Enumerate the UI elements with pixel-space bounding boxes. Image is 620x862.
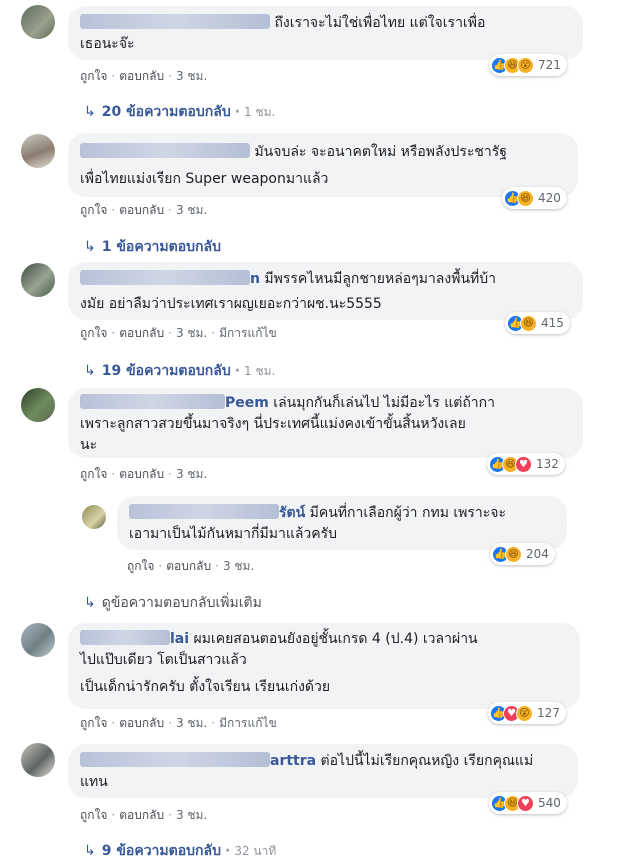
comment-author[interactable]: รัตน์ [129,504,305,521]
like-link[interactable]: ถูกใจ [80,326,107,340]
comment-text: มีพรรคไหนมีลูกชายหล่อๆมาลงพื้นที่บ้า [264,271,496,287]
comment-bubble: n มีพรรคไหนมีลูกชายหล่อๆมาลงพื้นที่บ้า ง… [68,262,583,320]
view-replies-link[interactable]: ↳ 20 ข้อความตอบกลับ · 1 ชม. [84,101,275,123]
like-link[interactable]: ถูกใจ [80,203,107,217]
reply-link[interactable]: ตอบกลับ [119,69,164,83]
reply-link[interactable]: ตอบกลับ [119,203,164,217]
reaction-count: 721 [538,58,561,72]
comment-actions: ถูกใจ · ตอบกลับ · 3 ชม. [80,467,208,481]
reply-link[interactable]: ตอบกลับ [119,326,164,340]
view-replies-link[interactable]: ↳ 1 ข้อความตอบกลับ [84,236,221,258]
like-link[interactable]: ถูกใจ [80,69,107,83]
avatar[interactable] [21,5,55,39]
comment-text: ต่อไปนี้ไม่เรียกคุณหญิง เรียกคุณแม่ [320,753,534,769]
view-more-replies-link[interactable]: ↳ ดูข้อความตอบกลับเพิ่มเติม [84,592,262,614]
comment-time[interactable]: 3 ชม. [176,716,207,730]
avatar[interactable] [21,388,55,422]
like-link[interactable]: ถูกใจ [80,716,107,730]
reply-link[interactable]: ตอบกลับ [119,808,164,822]
like-link[interactable]: ถูกใจ [80,467,107,481]
edited-label[interactable]: มีการแก้ไข [219,716,277,730]
comment-bubble: มันจบล่ะ จะอนาคตใหม่ หรือพลังประชารัฐ เพ… [68,133,578,197]
reaction-count: 204 [526,547,549,561]
comment-text: มันจบล่ะ จะอนาคตใหม่ หรือพลังประชารัฐ [254,144,507,160]
comment-actions: ถูกใจ · ตอบกลับ · 3 ชม. · มีการแก้ไข [80,326,277,340]
comment-bubble: รัตน์ มีคนที่กาเลือกผู้ว่า กทม เพราะจะ เ… [117,496,567,550]
comment-actions: ถูกใจ · ตอบกลับ · 3 ชม. [80,808,208,822]
comment-author[interactable]: arttra [80,752,316,769]
comment-time[interactable]: 3 ชม. [223,559,254,573]
reaction-count: 132 [536,457,559,471]
comment-author[interactable] [80,143,250,160]
reply-arrow-icon: ↳ [84,239,96,255]
reaction-count: 540 [538,796,561,810]
reaction-count: 420 [538,191,561,205]
comment-text: ถึงเราจะไม่ใช่เพื่อไทย แต่ใจเราเพื่อ [274,15,486,31]
reaction-count: 127 [537,706,560,720]
haha-icon: 😆 [505,545,522,563]
reply-arrow-icon: ↳ [84,363,96,379]
comment-time[interactable]: 3 ชม. [176,69,207,83]
comment-bubble: arttra ต่อไปนี้ไม่เรียกคุณหญิง เรียกคุณแ… [68,744,578,798]
comment-author[interactable]: lai [80,630,189,647]
love-icon: ♥ [515,455,532,473]
comment-actions: ถูกใจ · ตอบกลับ · 3 ชม. [80,203,208,217]
reply-link[interactable]: ตอบกลับ [119,716,164,730]
avatar[interactable] [21,623,55,657]
like-link[interactable]: ถูกใจ [127,559,154,573]
comment-author[interactable]: Peem [80,394,269,411]
love-icon: ♥ [517,794,534,812]
reaction-summary[interactable]: 👍 😆 415 [505,312,570,334]
avatar[interactable] [21,743,55,777]
comment-bubble: Peem เล่นมุกกันก็เล่นไป ไม่มีอะไร แต่ถ้า… [68,388,583,458]
comment-time[interactable]: 3 ชม. [176,326,207,340]
reply-arrow-icon: ↳ [84,104,96,120]
comment-actions: ถูกใจ · ตอบกลับ · 3 ชม. [127,559,255,573]
reaction-summary[interactable]: 👍 ♥ 😮 127 [488,702,566,724]
comment-text: เป็นเด็กน่ารักครับ ตั้งใจเรียน เรียนเก่ง… [80,679,331,695]
reaction-summary[interactable]: 👍 😆 😮 721 [489,54,567,76]
comment-text: เธอนะจ๊ะ [80,36,135,52]
avatar[interactable] [82,505,106,529]
wow-icon: 😮 [517,56,534,74]
comment-actions: ถูกใจ · ตอบกลับ · 3 ชม. [80,69,208,83]
view-replies-link[interactable]: ↳ 19 ข้อความตอบกลับ · 1 ชม. [84,360,275,382]
reply-link[interactable]: ตอบกลับ [166,559,211,573]
reaction-summary[interactable]: 👍 😆 ♥ 132 [487,453,565,475]
reply-arrow-icon: ↳ [84,843,96,859]
comment-text: เพื่อไทยแม่งเรียก Super weaponมาแล้ว [80,171,329,187]
wow-icon: 😮 [516,704,533,722]
comment-text: แทน [80,774,108,790]
comment-bubble: ถึงเราจะไม่ใช่เพื่อไทย แต่ใจเราเพื่อ เธอ… [68,6,583,60]
comment-time[interactable]: 3 ชม. [176,808,207,822]
edited-label[interactable]: มีการแก้ไข [219,326,277,340]
haha-icon: 😆 [520,314,537,332]
comment-text: เล่นมุกกันก็เล่นไป ไม่มีอะไร แต่ถ้ากา [273,395,495,411]
reaction-summary[interactable]: 👍 😆 ♥ 540 [489,792,567,814]
reply-arrow-icon: ↳ [84,595,96,611]
comment-text: เอามาเป็นไม้กันหมากี่มีมาแล้วครับ [129,526,338,542]
comment-time[interactable]: 3 ชม. [176,203,207,217]
like-link[interactable]: ถูกใจ [80,808,107,822]
reaction-count: 415 [541,316,564,330]
avatar[interactable] [21,263,55,297]
haha-icon: 😆 [517,189,534,207]
comment-text: เพราะลูกสาวสวยขึ้นมาจริงๆ นี่ประเทศนี้แม… [80,416,466,432]
comment-text: งมัย อย่าลืมว่าประเทศเราผญเยอะกว่าผช.นะ5… [80,296,382,312]
comment-author[interactable] [80,14,270,31]
reply-link[interactable]: ตอบกลับ [119,467,164,481]
comment-text: ผมเคยสอนตอนยังอยู่ชั้นเกรด 4 (ป.4) เวลาผ… [193,631,478,647]
comment-text: มีคนที่กาเลือกผู้ว่า กทม เพราะจะ [309,505,507,521]
reaction-summary[interactable]: 👍 😆 420 [502,187,567,209]
comment-text: ไปแป๊บเดียว โตเป็นสาวแล้ว [80,652,247,668]
comment-time[interactable]: 3 ชม. [176,467,207,481]
comment-actions: ถูกใจ · ตอบกลับ · 3 ชม. · มีการแก้ไข [80,716,277,730]
reaction-summary[interactable]: 👍 😆 204 [490,543,555,565]
avatar[interactable] [21,134,55,168]
comment-author[interactable]: n [80,270,260,287]
comment-bubble: lai ผมเคยสอนตอนยังอยู่ชั้นเกรด 4 (ป.4) เ… [68,623,580,709]
